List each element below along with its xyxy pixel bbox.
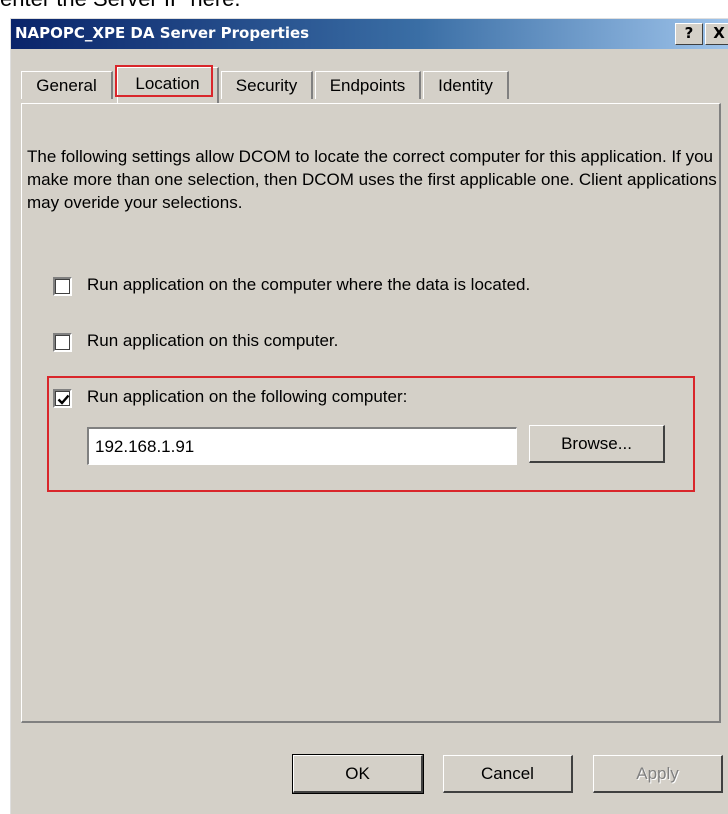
tab-endpoints[interactable]: Endpoints (315, 71, 421, 99)
option-this-computer-label: Run application on this computer. (87, 331, 339, 350)
close-button[interactable]: X (705, 23, 728, 45)
tab-highlight-box (115, 65, 213, 97)
tab-security[interactable]: Security (221, 71, 313, 99)
checkbox-data-location[interactable] (53, 277, 72, 296)
tab-identity[interactable]: Identity (423, 71, 509, 99)
description-text: The following settings allow DCOM to loc… (27, 147, 717, 212)
tab-general[interactable]: General (21, 71, 113, 99)
title-bar[interactable]: NAPOPC_XPE DA Server Properties ? X (11, 19, 728, 49)
ok-button[interactable]: OK (292, 754, 424, 794)
server-ip-input[interactable] (87, 427, 517, 465)
option-data-location-label: Run application on the computer where th… (87, 275, 531, 294)
option-following-computer-label: Run application on the following compute… (87, 387, 408, 406)
help-button[interactable]: ? (675, 23, 703, 45)
apply-button: Apply (593, 755, 723, 793)
window-title: NAPOPC_XPE DA Server Properties (15, 24, 310, 42)
properties-dialog: NAPOPC_XPE DA Server Properties ? X Gene… (10, 18, 728, 814)
checkmark-icon (57, 394, 70, 405)
cancel-button[interactable]: Cancel (443, 755, 573, 793)
browse-button[interactable]: Browse... (529, 425, 665, 463)
checkbox-following-computer[interactable] (53, 389, 72, 408)
caption-text: enter the Server IP here. (0, 0, 241, 11)
checkbox-this-computer[interactable] (53, 333, 72, 352)
